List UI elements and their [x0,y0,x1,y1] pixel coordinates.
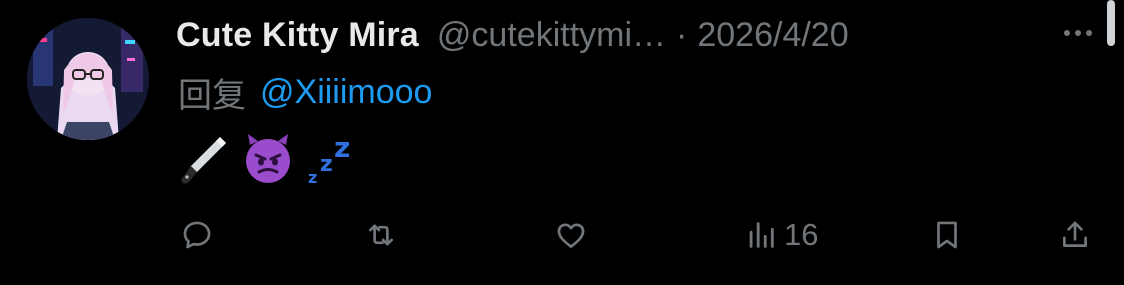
more-horizontal-icon [1064,30,1070,36]
reply-prefix: 回复 [178,76,246,115]
svg-text:z: z [320,152,333,177]
author-display-name[interactable]: Cute Kitty Mira [176,16,419,55]
svg-text:z: z [308,168,317,187]
tweet[interactable]: Cute Kitty Mira @cutekittymi… · 2026/4/2… [0,0,1124,285]
tweet-header: Cute Kitty Mira @cutekittymi… · 2026/4/2… [176,10,849,60]
zzz-emoji: z z z [304,131,360,187]
views-chart-icon [749,222,774,248]
scrollbar-thumb[interactable] [1107,0,1115,46]
views-count: 16 [784,217,819,252]
tweet-action-bar: 16 [0,208,1124,262]
svg-text:z: z [334,131,350,164]
reply-button[interactable] [180,208,214,262]
reply-context: 回复 @Xiiiimooo [178,70,432,115]
author-handle[interactable]: @cutekittymi… [437,16,666,55]
header-separator: · [676,15,688,54]
more-options-button[interactable] [1058,18,1098,48]
bookmark-icon [937,221,957,249]
smiling-imp-emoji [240,131,296,187]
retweet-button[interactable] [364,208,398,262]
avatar[interactable] [27,18,149,140]
views-button[interactable]: 16 [744,208,818,262]
reply-bubble-icon [183,221,211,249]
tweet-date[interactable]: 2026/4/20 [697,16,848,55]
retweet-icon [369,224,393,246]
share-button[interactable] [1058,208,1092,262]
like-button[interactable] [554,208,588,262]
kitchen-knife-emoji [176,131,232,187]
avatar-image [27,18,149,140]
share-icon [1063,221,1087,247]
reply-mention-link[interactable]: @Xiiiimooo [260,73,432,112]
bookmark-button[interactable] [930,208,964,262]
tweet-text: z z z [176,130,368,188]
heart-icon [557,223,585,248]
